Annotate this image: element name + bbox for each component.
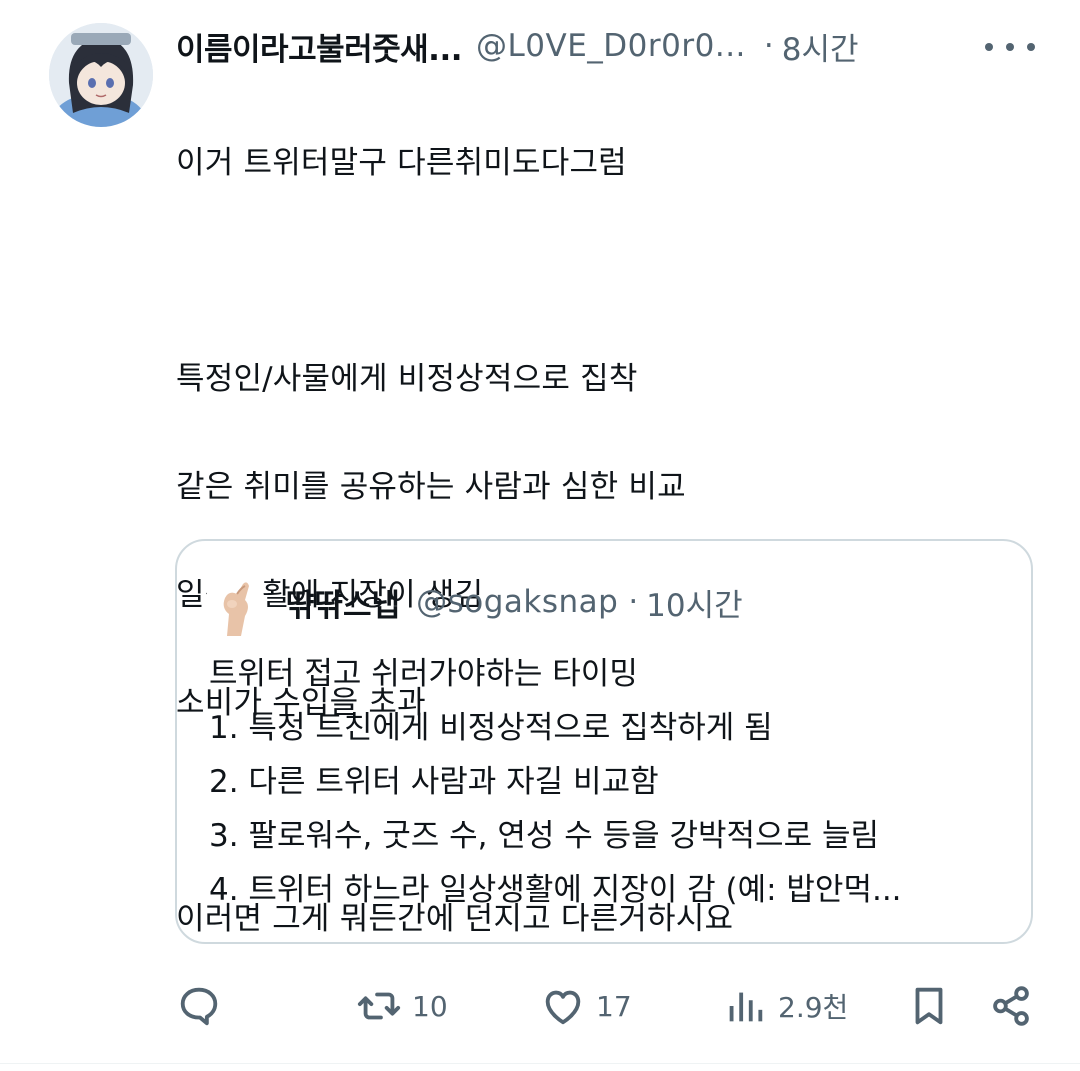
- quote-line: 1. 특정 트친에게 비정상적으로 집착하게 됨: [209, 710, 773, 746]
- views-count: 2.9천: [778, 991, 849, 1024]
- author-handle[interactable]: @L0VE_D0r0r0...: [476, 28, 746, 64]
- tweet-line: [176, 244, 1036, 298]
- author-display-name[interactable]: 이름이라고불러줏새...: [176, 24, 463, 69]
- quote-timestamp: 10시간: [646, 587, 743, 624]
- like-button[interactable]: 17: [540, 978, 632, 1034]
- tweet-line: 특정인/사물에게 비정상적으로 집착: [176, 361, 638, 397]
- retweet-icon: [357, 992, 401, 1020]
- reply-button[interactable]: [176, 978, 222, 1034]
- views-button[interactable]: 2.9천: [722, 978, 848, 1034]
- more-horizontal-icon[interactable]: [985, 30, 1035, 64]
- retweet-button[interactable]: 10: [356, 978, 448, 1034]
- header-separator: ·: [763, 28, 774, 64]
- action-bar: 10 17 2.9천: [0, 978, 1080, 1034]
- tweet-line: 이거 트위터말구 다른취미도다그럼: [176, 145, 627, 181]
- quote-separator: ·: [628, 584, 639, 620]
- quote-line: 3. 팔로워수, 굿즈 수, 연성 수 등을 강박적으로 늘림: [209, 818, 879, 854]
- quote-line: 2. 다른 트위터 사람과 자길 비교함: [209, 764, 659, 800]
- heart-icon: [545, 990, 581, 1025]
- retweet-count: 10: [412, 989, 448, 1023]
- quote-display-name: 땪땪스냅: [286, 587, 401, 624]
- author-avatar[interactable]: [49, 23, 153, 127]
- quote-line: 트위터 접고 쉬러가야하는 타이밍: [209, 656, 638, 692]
- views-chart-icon: [729, 992, 763, 1022]
- tweet-header: 이름이라고불러줏새... @L0VE_D0r0r0... · 8시간: [176, 18, 1036, 74]
- quote-text: 트위터 접고 쉬러가야하는 타이밍 1. 특정 트친에게 비정상적으로 집착하게…: [209, 647, 1009, 917]
- share-icon: [993, 986, 1029, 1026]
- bookmark-button[interactable]: [906, 978, 952, 1034]
- like-count: 17: [596, 989, 632, 1023]
- quote-tweet-card[interactable]: 땪땪스냅 @sogaksnap · 10시간 트위터 접고 쉬러가야하는 타이밍…: [175, 539, 1033, 944]
- reply-icon: [180, 987, 218, 1026]
- quote-line: 4. 트위터 하느라 일상생활에 지장이 감 (예: 밥안먹...: [209, 872, 902, 908]
- quote-header: 땪땪스냅 @sogaksnap · 10시간: [286, 577, 743, 627]
- tweet-divider: [0, 1063, 1080, 1064]
- tweet-line: 같은 취미를 공유하는 사람과 심한 비교: [176, 469, 686, 505]
- share-button[interactable]: [988, 978, 1034, 1034]
- bookmark-icon: [915, 987, 943, 1025]
- quote-handle: @sogaksnap: [416, 584, 619, 620]
- tweet-timestamp[interactable]: 8시간: [782, 24, 859, 69]
- quote-author-avatar[interactable]: [207, 574, 263, 638]
